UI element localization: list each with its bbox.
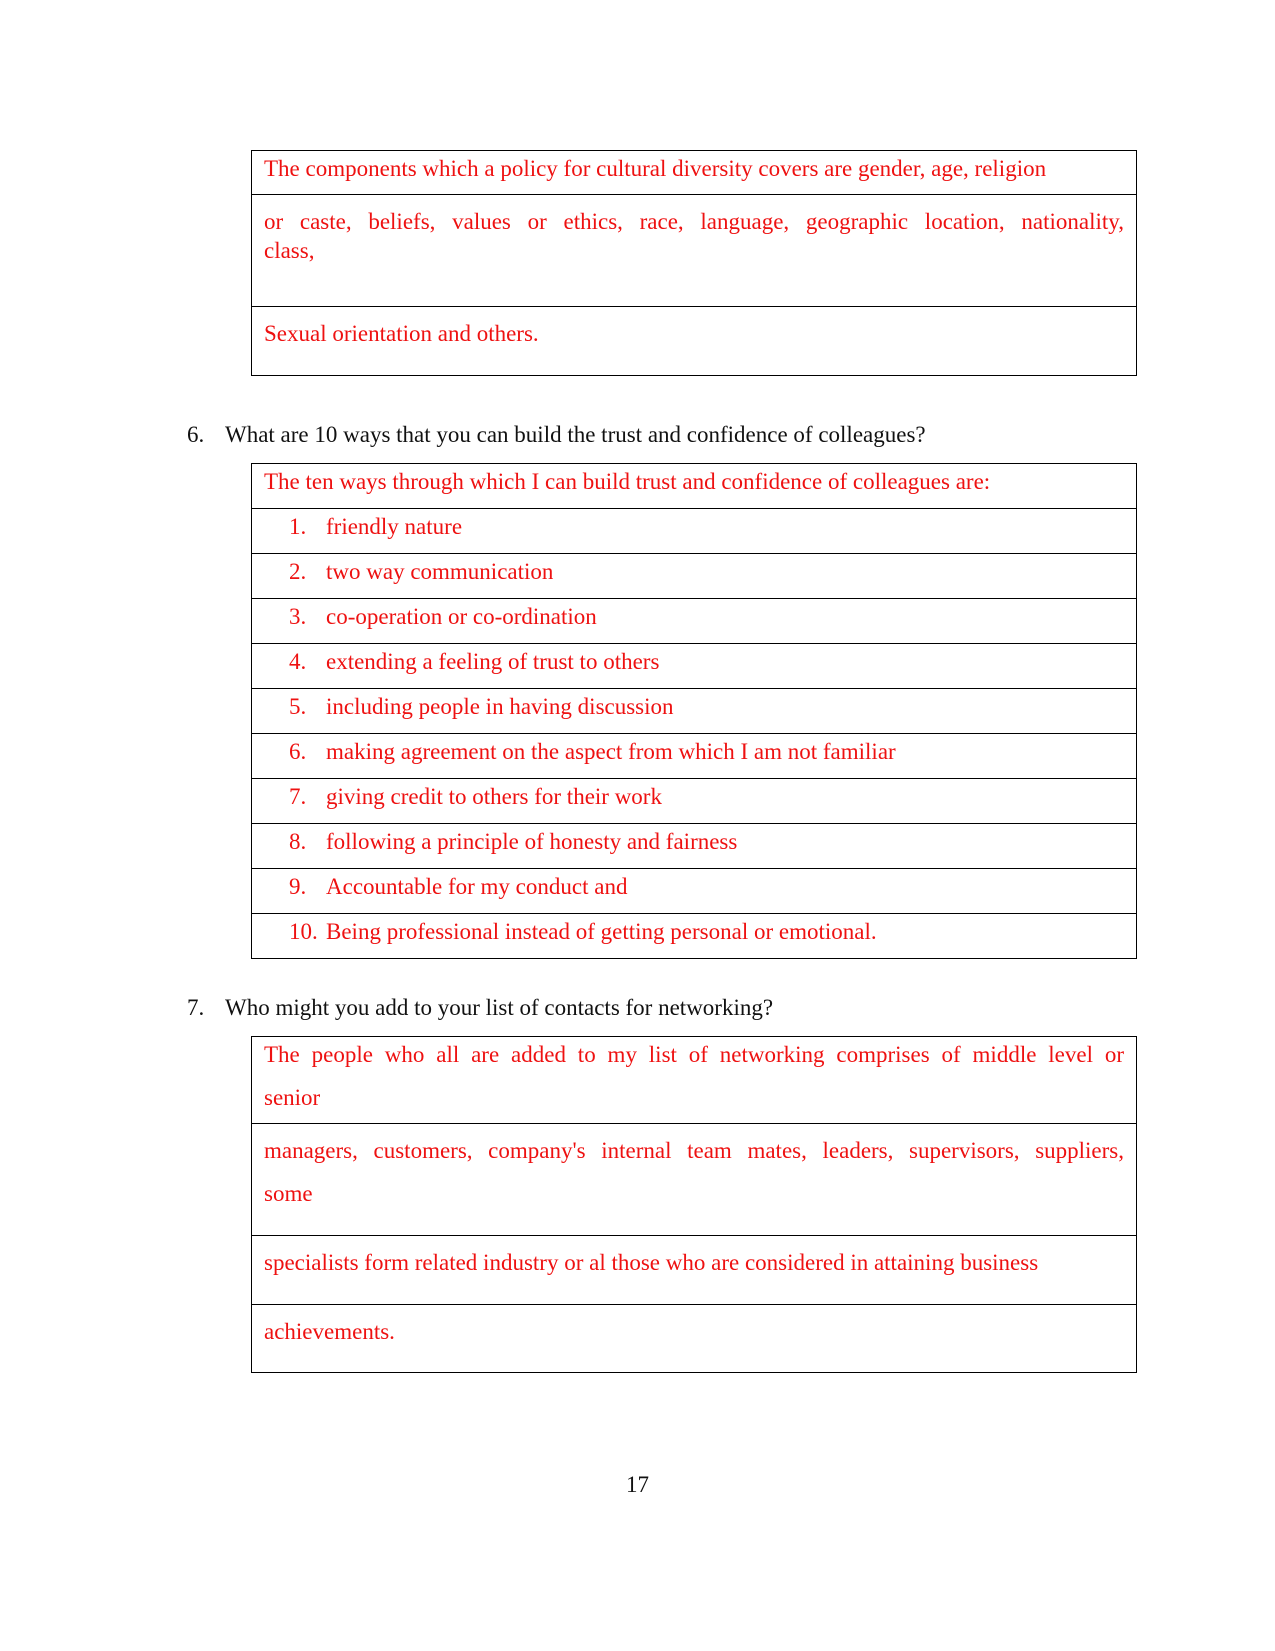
answer-text: The people who all are added to my list … bbox=[264, 1042, 1124, 1067]
list-item: 9. Accountable for my conduct and bbox=[251, 868, 1137, 914]
answer-cell: achievements. bbox=[251, 1304, 1137, 1373]
answer-cell: managers, customers, company's internal … bbox=[251, 1123, 1137, 1236]
list-item: 2. two way communication bbox=[251, 553, 1137, 599]
list-number: 10. bbox=[289, 919, 318, 944]
answer-text: specialists form related industry or al … bbox=[264, 1250, 1039, 1275]
list-text: including people in having discussion bbox=[326, 694, 674, 719]
list-text: Being professional instead of getting pe… bbox=[326, 919, 877, 944]
question-text: Who might you add to your list of contac… bbox=[225, 995, 774, 1020]
answer-intro: The ten ways through which I can build t… bbox=[264, 469, 991, 494]
list-item: 5. including people in having discussion bbox=[251, 688, 1137, 734]
document-page: The components which a policy for cultur… bbox=[0, 0, 1275, 1651]
table-row: managers, customers, company's internal … bbox=[251, 1123, 1137, 1236]
answer-table-trust-ways: The ten ways through which I can build t… bbox=[251, 463, 1137, 959]
list-number: 3. bbox=[289, 604, 307, 629]
list-item: 4. extending a feeling of trust to others bbox=[251, 643, 1137, 689]
list-number: 4. bbox=[289, 649, 307, 674]
question-7-heading: 7. Who might you add to your list of cont… bbox=[187, 993, 773, 1022]
table-row: The components which a policy for cultur… bbox=[251, 150, 1137, 195]
list-item: 6. making agreement on the aspect from wh… bbox=[251, 733, 1137, 779]
list-text: friendly nature bbox=[326, 514, 463, 539]
table-row: Sexual orientation and others. bbox=[251, 306, 1137, 376]
answer-table-networking-contacts: The people who all are added to my list … bbox=[251, 1036, 1137, 1373]
page-number: 17 bbox=[626, 1472, 649, 1497]
list-text: extending a feeling of trust to others bbox=[326, 649, 660, 674]
table-row: or caste, beliefs, values or ethics, rac… bbox=[251, 194, 1137, 307]
answer-cell: The components which a policy for cultur… bbox=[251, 150, 1137, 195]
question-number: 7. bbox=[187, 995, 205, 1020]
list-item: 1. friendly nature bbox=[251, 508, 1137, 554]
list-number: 1. bbox=[289, 514, 307, 539]
list-item: 10. Being professional instead of getting… bbox=[251, 913, 1137, 959]
list-item: 3. co-operation or co-ordination bbox=[251, 598, 1137, 644]
answer-text: or caste, beliefs, values or ethics, rac… bbox=[264, 209, 1124, 234]
answer-cell: specialists form related industry or al … bbox=[251, 1235, 1137, 1305]
answer-text: Sexual orientation and others. bbox=[264, 321, 539, 346]
question-number: 6. bbox=[187, 422, 205, 447]
answer-text: achievements. bbox=[264, 1319, 395, 1344]
answer-text: class, bbox=[264, 238, 315, 263]
answer-text: some bbox=[264, 1181, 313, 1206]
answer-cell: Sexual orientation and others. bbox=[251, 306, 1137, 376]
answer-cell: The ten ways through which I can build t… bbox=[251, 463, 1137, 509]
list-item: 7. giving credit to others for their work bbox=[251, 778, 1137, 824]
answer-text: senior bbox=[264, 1085, 321, 1110]
table-row: achievements. bbox=[251, 1304, 1137, 1373]
list-number: 8. bbox=[289, 829, 307, 854]
answer-text: The components which a policy for cultur… bbox=[264, 156, 1047, 181]
list-text: co-operation or co-ordination bbox=[326, 604, 597, 629]
question-6-heading: 6. What are 10 ways that you can build th… bbox=[187, 420, 926, 449]
list-text: following a principle of honesty and fai… bbox=[326, 829, 738, 854]
list-text: two way communication bbox=[326, 559, 554, 584]
answer-table-cultural-diversity: The components which a policy for cultur… bbox=[251, 150, 1137, 376]
table-row: specialists form related industry or al … bbox=[251, 1235, 1137, 1305]
list-number: 6. bbox=[289, 739, 307, 764]
list-number: 5. bbox=[289, 694, 307, 719]
answer-cell: The people who all are added to my list … bbox=[251, 1036, 1137, 1124]
list-text: Accountable for my conduct and bbox=[326, 874, 628, 899]
list-text: making agreement on the aspect from whic… bbox=[326, 739, 896, 764]
table-row: The people who all are added to my list … bbox=[251, 1036, 1137, 1124]
list-number: 9. bbox=[289, 874, 307, 899]
list-number: 2. bbox=[289, 559, 307, 584]
list-item: 8. following a principle of honesty and f… bbox=[251, 823, 1137, 869]
list-text: giving credit to others for their work bbox=[326, 784, 662, 809]
list-number: 7. bbox=[289, 784, 307, 809]
question-text: What are 10 ways that you can build the … bbox=[225, 422, 926, 447]
answer-cell: or caste, beliefs, values or ethics, rac… bbox=[251, 194, 1137, 307]
answer-text: managers, customers, company's internal … bbox=[264, 1138, 1124, 1163]
table-row: The ten ways through which I can build t… bbox=[251, 463, 1137, 509]
